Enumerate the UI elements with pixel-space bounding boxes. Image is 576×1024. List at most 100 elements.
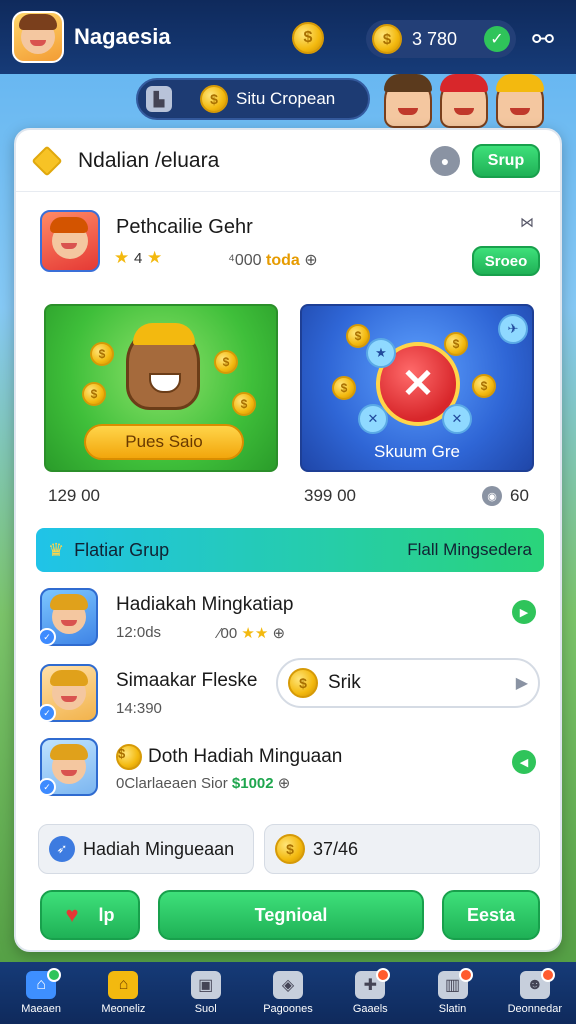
banner-left-label: Flatiar Grup — [74, 539, 170, 560]
coin-icon: $ — [346, 324, 370, 348]
balance-value: 3 780 — [412, 28, 458, 49]
character-icon — [496, 74, 544, 128]
coin-icon: $ — [90, 342, 114, 366]
list-item-meta-value: $1002 — [231, 775, 274, 792]
character-face-icon — [50, 744, 88, 784]
section-banner[interactable]: ♛ Flatiar Grup Flall Mingsedera — [36, 528, 544, 572]
chevron-right-icon: ▶ — [515, 675, 528, 692]
promo-button[interactable]: Pues Saio — [84, 424, 244, 460]
bear-character-icon — [126, 323, 200, 410]
verified-icon: ✓ — [38, 704, 56, 722]
list-item-name: Hadiakah Mingkatiap — [116, 594, 294, 615]
coin-icon: $ — [275, 834, 305, 864]
chip-right-value: 37/46 — [313, 838, 359, 859]
chip-right[interactable]: $ 37/46 — [264, 824, 540, 874]
coin-icon: $ — [332, 376, 356, 400]
game-meta: ⁴000 toda ⊕ — [228, 252, 318, 269]
bubble-icon: ✕ — [358, 404, 388, 434]
like-button-label: lp — [98, 904, 115, 925]
list-item-time: 14:390 — [116, 700, 162, 717]
game-thumbnail — [40, 210, 100, 272]
nav-item-4[interactable]: ◈ Pagoones — [247, 962, 329, 1024]
card-header: Ndalian /eluara ● Srup — [16, 130, 560, 192]
nav-label: Deonnedar — [507, 1003, 563, 1015]
bottom-nav: ⌂ Maeaen ⌂ Meoneliz ▣ Suol ◈ Pagoones ✚ … — [0, 962, 576, 1024]
rating-value: 4 — [133, 250, 143, 267]
menu-icon[interactable]: ⚯ — [526, 22, 560, 56]
coin-icon[interactable]: $ — [292, 22, 324, 54]
coin-icon: $ — [82, 382, 106, 406]
like-button[interactable]: ♥ lp — [40, 890, 140, 940]
coin-icon: $ — [472, 374, 496, 398]
list-item[interactable]: ✓ Hadiakah Mingkatiap 12:0ds ⁄00 ★★ ⊕ ▶ — [38, 588, 540, 650]
nav-item-3[interactable]: ▣ Suol — [165, 962, 247, 1024]
promo-tile-right[interactable]: ✕ $ $ $ $ ★ ✕ ✕ ✈ Skuum Gre — [300, 304, 534, 472]
coin-icon: $ — [288, 668, 318, 698]
promo-amount: 399 00 — [304, 486, 356, 505]
house-icon: ⌂ — [108, 971, 139, 999]
app-title: Nagaesia — [74, 24, 171, 49]
share-icon[interactable]: ⋈ — [520, 214, 534, 231]
check-icon: ✓ — [484, 26, 510, 52]
list-item-name-text: Doth Hadiah Minguaan — [148, 746, 343, 768]
nav-label: Slatin — [438, 1003, 467, 1015]
notification-dot — [47, 968, 62, 982]
nav-item-2[interactable]: ⌂ Meoneliz — [82, 962, 164, 1024]
character-icon — [440, 74, 488, 128]
game-button[interactable]: Sroeo — [472, 246, 540, 276]
nav-item-7[interactable]: ☻ Deonnedar — [494, 962, 576, 1024]
character-face-icon — [50, 594, 88, 634]
list-item-meta-value: ⁄00 — [218, 625, 238, 642]
game-name: Pethcailie Gehr — [116, 216, 253, 238]
nav-item-6[interactable]: ▥ Slatin — [411, 962, 493, 1024]
card-title: Ndalian /eluara — [78, 148, 220, 172]
list-item-name: Simaakar Fleske — [116, 670, 258, 691]
primary-button[interactable]: Tegnioal — [158, 890, 424, 940]
promo-tile-left[interactable]: $ $ $ $ Pues Saio — [44, 304, 278, 472]
balance-pill[interactable]: $ 3 780 ✓ — [366, 20, 516, 58]
game-meta-prefix: ⁴000 — [228, 252, 262, 269]
share-icon[interactable]: ✈ — [498, 314, 528, 344]
character-face-icon — [50, 670, 88, 710]
list-item[interactable]: ✓ Simaakar Fleske 14:390 $ Srik ▶ — [38, 658, 540, 726]
nav-label: Pagoones — [263, 1003, 313, 1015]
coin-icon: $ — [116, 744, 142, 770]
promo-label: Skuum Gre — [374, 442, 460, 461]
game-meta-highlight: toda — [266, 252, 300, 269]
nav-label: Maeaen — [21, 1003, 62, 1015]
play-icon[interactable]: ▶ — [512, 600, 536, 624]
coin-icon: $ — [214, 350, 238, 374]
chip-left[interactable]: ➶ Hadiah Mingueaan — [38, 824, 254, 874]
nav-item-home[interactable]: ⌂ Maeaen — [0, 962, 82, 1024]
compass-icon: ➶ — [49, 836, 75, 862]
character-face-icon — [50, 217, 88, 259]
character-group — [384, 74, 544, 128]
coin-icon: $ — [444, 332, 468, 356]
notification-dot — [376, 968, 391, 982]
nav-label: Gaaels — [352, 1003, 388, 1015]
search-pill-text: Srik — [328, 672, 361, 693]
verified-icon: ✓ — [38, 628, 56, 646]
list-item-time: 12:0ds — [116, 624, 162, 641]
avatar-face-icon — [19, 14, 57, 54]
promo-amount: 129 00 — [48, 486, 100, 505]
rating: ★ 4 ★ — [114, 248, 163, 267]
bubble-icon: ✕ — [442, 404, 472, 434]
user-avatar[interactable] — [12, 11, 64, 63]
page-icon: ▙ — [146, 86, 172, 112]
search-icon[interactable]: ● — [430, 145, 460, 176]
coin-icon: $ — [232, 392, 256, 416]
diamond-icon — [31, 144, 63, 177]
play-icon[interactable]: ◀ — [512, 750, 536, 774]
location-pill[interactable]: ▙ $ Situ Cropean — [136, 78, 370, 120]
featured-game-row[interactable]: Pethcailie Gehr ★ 4 ★ ⁴000 toda ⊕ ⋈ Sroe… — [40, 210, 540, 276]
list-item[interactable]: ✓ $ Doth Hadiah Minguaan 0Clarlaeaen Sior… — [38, 738, 540, 800]
list-item-meta-prefix: 0Clarlaeaen Sior — [116, 775, 228, 792]
search-pill[interactable]: $ Srik ▶ — [276, 658, 540, 708]
heart-icon: ♥ — [65, 902, 79, 927]
nav-item-5[interactable]: ✚ Gaaels — [329, 962, 411, 1024]
header-button[interactable]: Srup — [472, 143, 540, 178]
secondary-button[interactable]: Eesta — [442, 890, 540, 940]
photo-icon: ◈ — [272, 971, 303, 999]
list-item-meta: ⁄00 ★★ ⊕ — [218, 625, 286, 642]
